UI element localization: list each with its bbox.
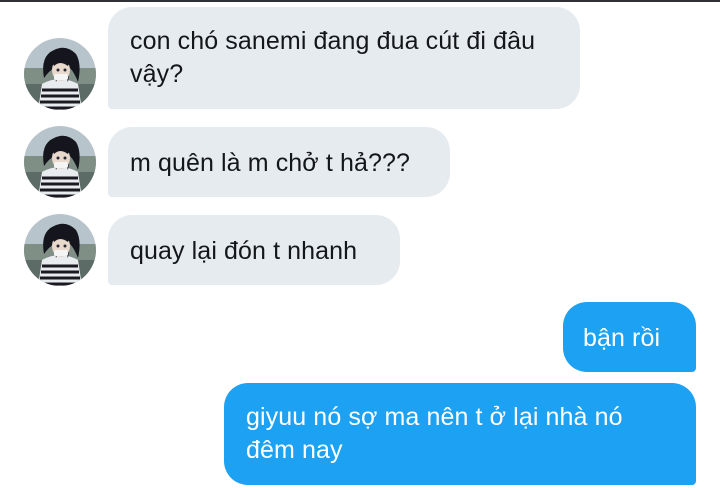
message-bubble-outgoing[interactable]: bận rồi [563,302,696,372]
message-text: bận rồi [583,324,661,352]
top-divider [0,0,720,2]
message-bubble-outgoing[interactable]: giyuu nó sợ ma nên t ở lại nhà nó đêm na… [224,383,696,485]
sender-avatar[interactable] [24,214,96,286]
message-text: quay lại đón t nhanh [130,237,358,265]
sender-avatar[interactable] [24,38,96,110]
message-bubble-incoming[interactable]: quay lại đón t nhanh [108,215,400,285]
profile-avatar-icon [24,38,96,110]
message-bubble-incoming[interactable]: con chó sanemi đang đua cút đi đâu vậy? [108,7,580,109]
sender-avatar[interactable] [24,126,96,198]
profile-avatar-icon [24,126,96,198]
message-text: m quên là m chở t hả??? [130,149,410,177]
profile-avatar-icon [24,214,96,286]
message-text: giyuu nó sợ ma nên t ở lại nhà nó đêm na… [246,403,623,464]
message-bubble-incoming[interactable]: m quên là m chở t hả??? [108,127,450,197]
message-text: con chó sanemi đang đua cút đi đâu vậy? [130,27,536,88]
